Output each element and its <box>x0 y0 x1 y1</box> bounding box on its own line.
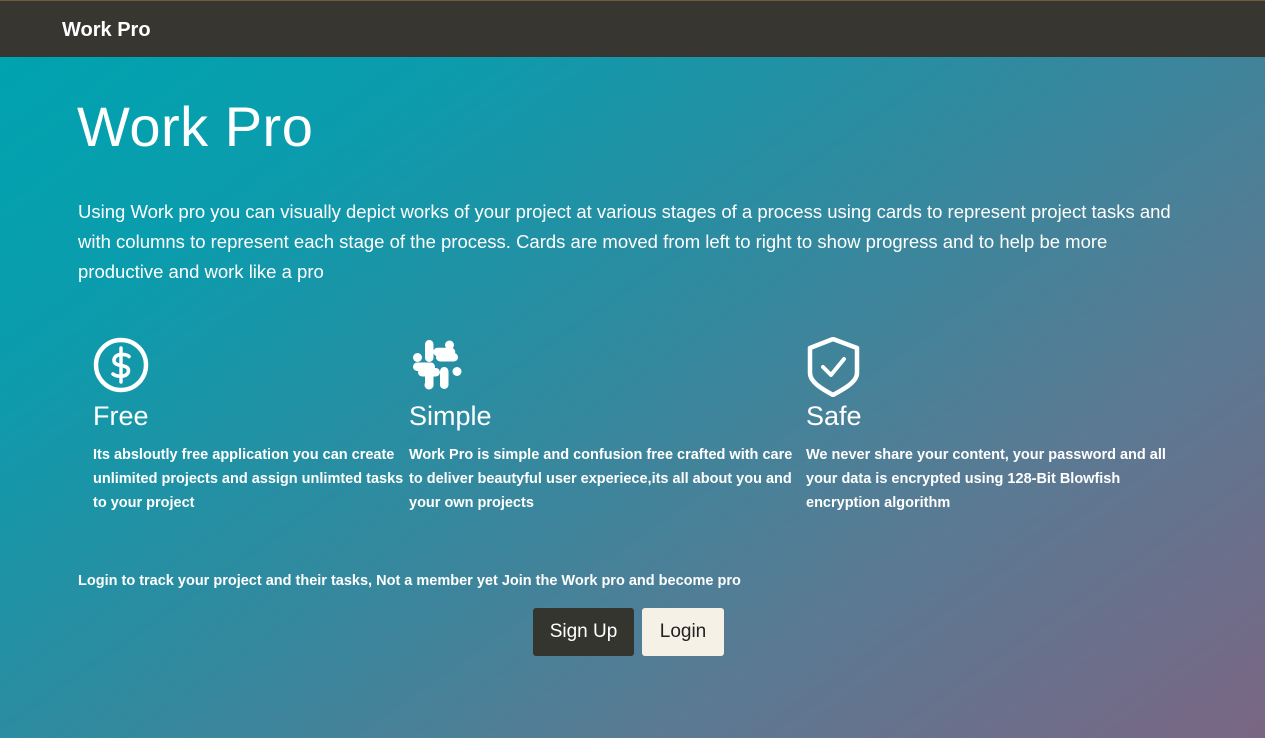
feature-description: Its absloutly free application you can c… <box>93 447 404 511</box>
page-title: Work Pro <box>77 95 314 158</box>
feature-safe: Safe We never share your content, your p… <box>806 337 1166 511</box>
feature-title: Free <box>93 401 149 431</box>
navbar-brand[interactable]: Work Pro <box>62 18 151 42</box>
cta-text: Login to track your project and their ta… <box>78 573 741 589</box>
slack-icon <box>413 340 462 390</box>
shield-check-icon <box>807 337 860 397</box>
sign-up-button[interactable]: Sign Up <box>533 608 634 656</box>
feature-title: Safe <box>806 401 862 431</box>
feature-title: Simple <box>409 401 492 431</box>
feature-free: Free Its absloutly free application you … <box>93 337 403 511</box>
intro-text: Using Work pro you can visually depict w… <box>78 201 1171 282</box>
feature-description: We never share your content, your passwo… <box>806 447 1166 511</box>
login-button[interactable]: Login <box>642 608 724 656</box>
feature-simple: Simple Work Pro is simple and confusion … <box>409 337 792 511</box>
dollar-circle-icon <box>93 337 149 393</box>
feature-description: Work Pro is simple and confusion free cr… <box>409 447 793 511</box>
navbar: Work Pro <box>0 0 1265 57</box>
hero-section: Work Pro Using Work pro you can visually… <box>0 57 1265 738</box>
